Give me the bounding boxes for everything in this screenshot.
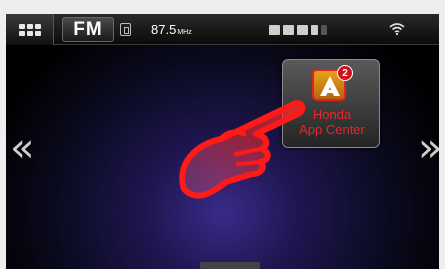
phone-battery-icon bbox=[311, 25, 318, 35]
frequency-value: 87.5 bbox=[151, 22, 177, 37]
wifi-icon bbox=[389, 23, 405, 35]
camera-icon bbox=[269, 25, 280, 35]
home-button[interactable] bbox=[6, 14, 54, 45]
notification-badge: 2 bbox=[337, 65, 353, 81]
app-center-logo-icon bbox=[320, 76, 340, 96]
status-bar: FM 87.5MHz bbox=[6, 14, 439, 45]
audio-source-button[interactable]: FM bbox=[62, 17, 114, 42]
bluetooth-icon bbox=[321, 25, 327, 35]
display-bezel: FM 87.5MHz « » bbox=[0, 0, 445, 269]
infotainment-screen: FM 87.5MHz « » bbox=[6, 14, 439, 269]
touch-gesture-hand-icon bbox=[179, 100, 306, 199]
frequency-readout: 87.5MHz bbox=[151, 22, 192, 37]
message-icon bbox=[283, 25, 294, 35]
system-status-icons bbox=[269, 24, 327, 36]
bezel-bottom-bar bbox=[200, 262, 260, 269]
mail-icon bbox=[297, 25, 308, 35]
source-label: FM bbox=[73, 18, 103, 40]
page-right-arrow[interactable]: » bbox=[418, 128, 439, 168]
apps-grid-icon bbox=[18, 23, 41, 36]
page-left-arrow[interactable]: « bbox=[10, 128, 34, 168]
radio-tag-icon bbox=[120, 23, 131, 36]
frequency-unit: MHz bbox=[177, 29, 192, 36]
